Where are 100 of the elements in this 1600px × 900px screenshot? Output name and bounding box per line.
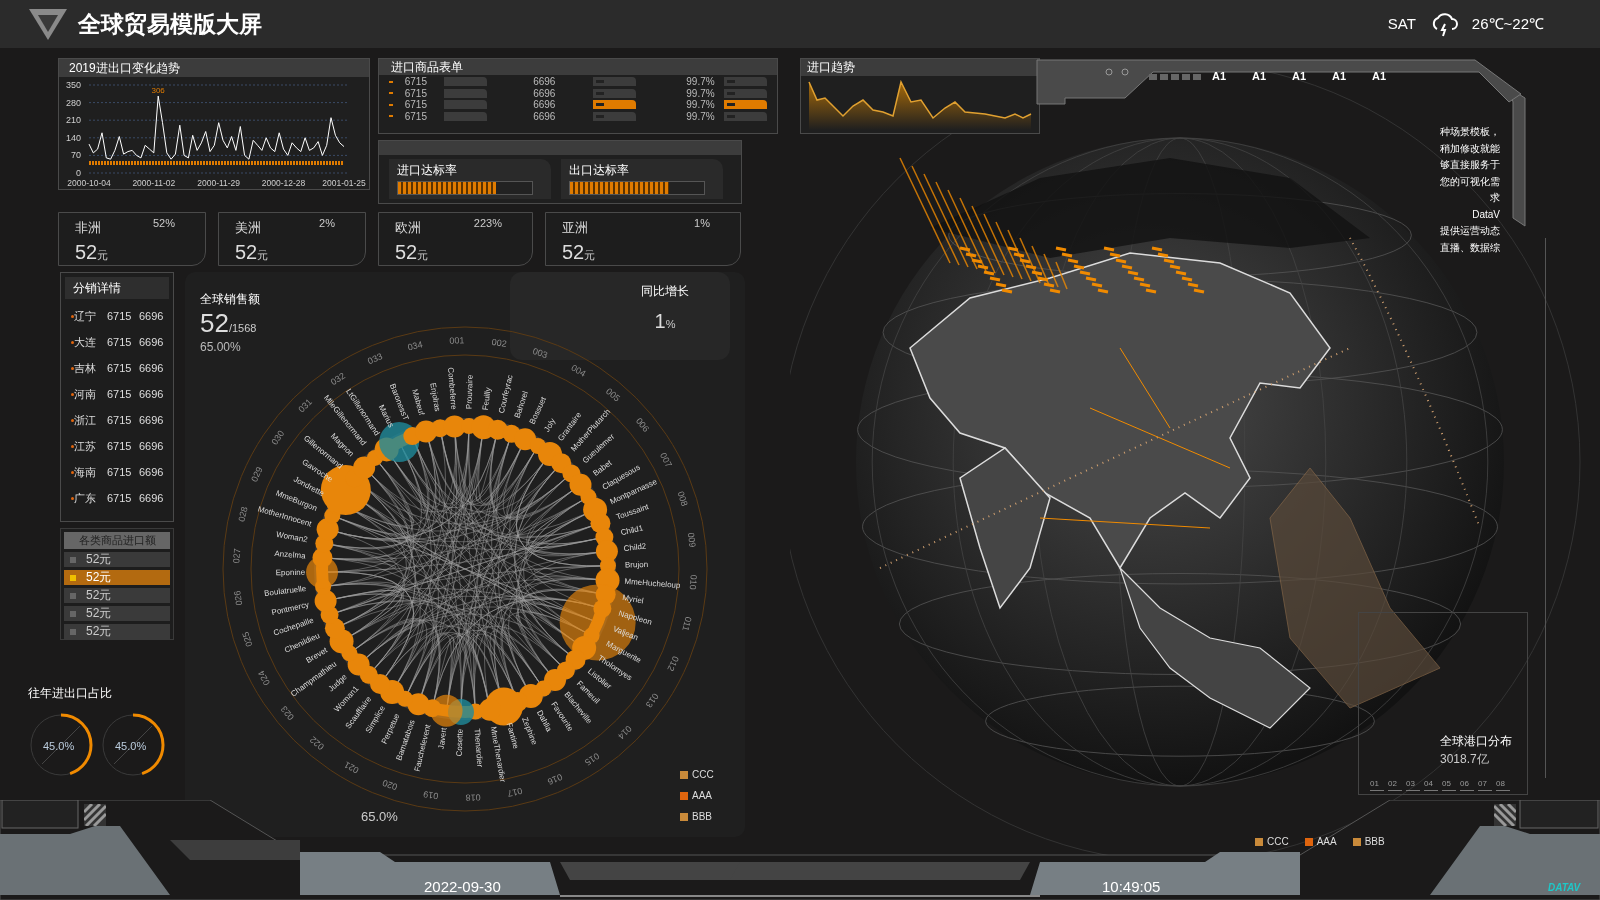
page-title: 全球贸易模版大屏 xyxy=(78,9,262,39)
brand-logo: DATAV xyxy=(1548,881,1581,895)
table-cell-text: 6696 xyxy=(533,76,557,88)
table-cell-text: 99.7% xyxy=(686,76,716,88)
axis-label: 2000-11-02 xyxy=(132,178,176,188)
ring-label: 028 xyxy=(236,505,250,523)
ruler-label: 05 xyxy=(1442,778,1456,791)
axis-label: 2000-10-04 xyxy=(67,178,111,188)
node-label: Thenardier xyxy=(472,728,485,768)
node-label: Combeferre xyxy=(446,366,459,410)
legend-label: CCC xyxy=(692,768,714,782)
node-label: Myriel xyxy=(621,592,645,606)
node-label: Boulatruelle xyxy=(263,583,307,599)
mini-bar xyxy=(444,88,488,98)
table-cell-text: 6696 xyxy=(139,360,164,376)
node-label: Cosette xyxy=(454,728,465,757)
node-label: Fantine xyxy=(504,721,521,750)
node-label: Pontmercy xyxy=(270,599,310,618)
node-label: Feuilly xyxy=(480,386,493,411)
stat-total: /1568 xyxy=(228,322,257,336)
table-cell-text: 6696 xyxy=(533,99,557,111)
ring-label: 021 xyxy=(342,759,361,776)
region-name: 欧洲 xyxy=(395,219,421,237)
tab-button[interactable]: A1 xyxy=(1325,70,1353,82)
table-cell-text: 6715 xyxy=(107,490,133,506)
table-cell-text: 6715 xyxy=(404,76,428,88)
ring-label: 031 xyxy=(296,396,315,415)
ring-label: 015 xyxy=(583,750,602,768)
category-item[interactable]: 52元 xyxy=(64,624,170,639)
panel-title: 进口商品表单 xyxy=(379,59,777,75)
tab-button[interactable]: A1 xyxy=(1365,70,1393,82)
meter-label: 进口达标率 xyxy=(397,162,458,179)
ring-label: 004 xyxy=(569,362,588,379)
legend-label: BBB xyxy=(692,810,712,824)
ring-label: 017 xyxy=(506,785,524,799)
table-cell-text: 6696 xyxy=(139,386,164,402)
table-cell-text: 6696 xyxy=(139,464,164,480)
ring-label: 019 xyxy=(422,789,440,802)
mini-bar xyxy=(444,100,488,110)
ruler-label: 07 xyxy=(1478,778,1492,791)
ring-label: 026 xyxy=(232,589,245,607)
axis-label: 140 xyxy=(65,132,81,143)
table-cell-text: 6715 xyxy=(107,386,133,402)
ring-label: 018 xyxy=(465,792,481,803)
ring-label: 029 xyxy=(249,465,265,484)
province-name: 吉林 xyxy=(74,360,97,376)
table-cell-text: 6696 xyxy=(139,438,164,454)
table-cell-text: 6715 xyxy=(107,438,133,454)
node-label: MmeHucheloup xyxy=(624,576,681,591)
tab-button[interactable]: A1 xyxy=(1285,70,1313,82)
axis-label: 2000-11-29 xyxy=(197,178,241,188)
ruler-label: 02 xyxy=(1388,778,1402,791)
legend-label: BBB xyxy=(1364,835,1385,849)
province-name: 海南 xyxy=(74,464,97,480)
region-name: 美洲 xyxy=(235,219,261,237)
legend-label: CCC xyxy=(1267,835,1289,849)
region-value: 52 xyxy=(235,240,258,265)
ring-label: 014 xyxy=(615,723,634,742)
ring-label: 032 xyxy=(328,370,347,388)
time-text: 10:49:05 xyxy=(1102,877,1161,897)
region-name: 非洲 xyxy=(75,219,101,237)
axis-label: 70 xyxy=(71,150,81,161)
legend-label: AAA xyxy=(1316,835,1337,849)
ring-label: 45.0% xyxy=(115,739,147,754)
port-value: 3018.7亿 xyxy=(1440,751,1490,768)
ring-label: 007 xyxy=(658,451,674,469)
category-item[interactable]: 52元 xyxy=(64,570,170,585)
tab-button[interactable]: A1 xyxy=(1245,70,1273,82)
table-cell-text: 6715 xyxy=(107,334,133,350)
ring-label: 027 xyxy=(231,548,243,564)
region-value: 52 xyxy=(562,240,585,265)
table-cell-text: 6696 xyxy=(139,490,164,506)
axis-label: 0 xyxy=(76,168,81,178)
category-item[interactable]: 52元 xyxy=(64,588,170,603)
stat-title: 同比增长 xyxy=(641,283,689,300)
tab-button[interactable]: A1 xyxy=(1205,70,1233,82)
logo-icon xyxy=(28,7,68,41)
mini-bar xyxy=(444,77,488,87)
legend-label: AAA xyxy=(692,789,712,803)
category-item[interactable]: 52元 xyxy=(64,606,170,621)
ring-label: 008 xyxy=(675,490,690,508)
panel-title: 2019进出口变化趋势 xyxy=(59,59,369,77)
ruler-label: 06 xyxy=(1460,778,1474,791)
ring-label: 005 xyxy=(604,386,622,404)
ring-label: 002 xyxy=(490,336,508,349)
table-cell-text: 6715 xyxy=(404,110,428,122)
unit-text: % xyxy=(665,318,676,332)
province-name: 江苏 xyxy=(74,438,97,454)
date-text: 2022-09-30 xyxy=(424,877,501,897)
node-label: Enjolras xyxy=(428,382,443,413)
table-cell-text: 99.7% xyxy=(686,110,716,122)
province-name: 浙江 xyxy=(74,412,97,428)
ring-label: 024 xyxy=(256,669,272,687)
table-cell-text: 6715 xyxy=(107,308,133,324)
ring-label: 023 xyxy=(278,704,297,723)
table-cell-text: 6715 xyxy=(107,412,133,428)
ring-label: 016 xyxy=(546,771,564,787)
node-label: Woman2 xyxy=(275,529,309,545)
axis-label: 350 xyxy=(65,80,81,90)
category-item[interactable]: 52元 xyxy=(64,552,170,567)
